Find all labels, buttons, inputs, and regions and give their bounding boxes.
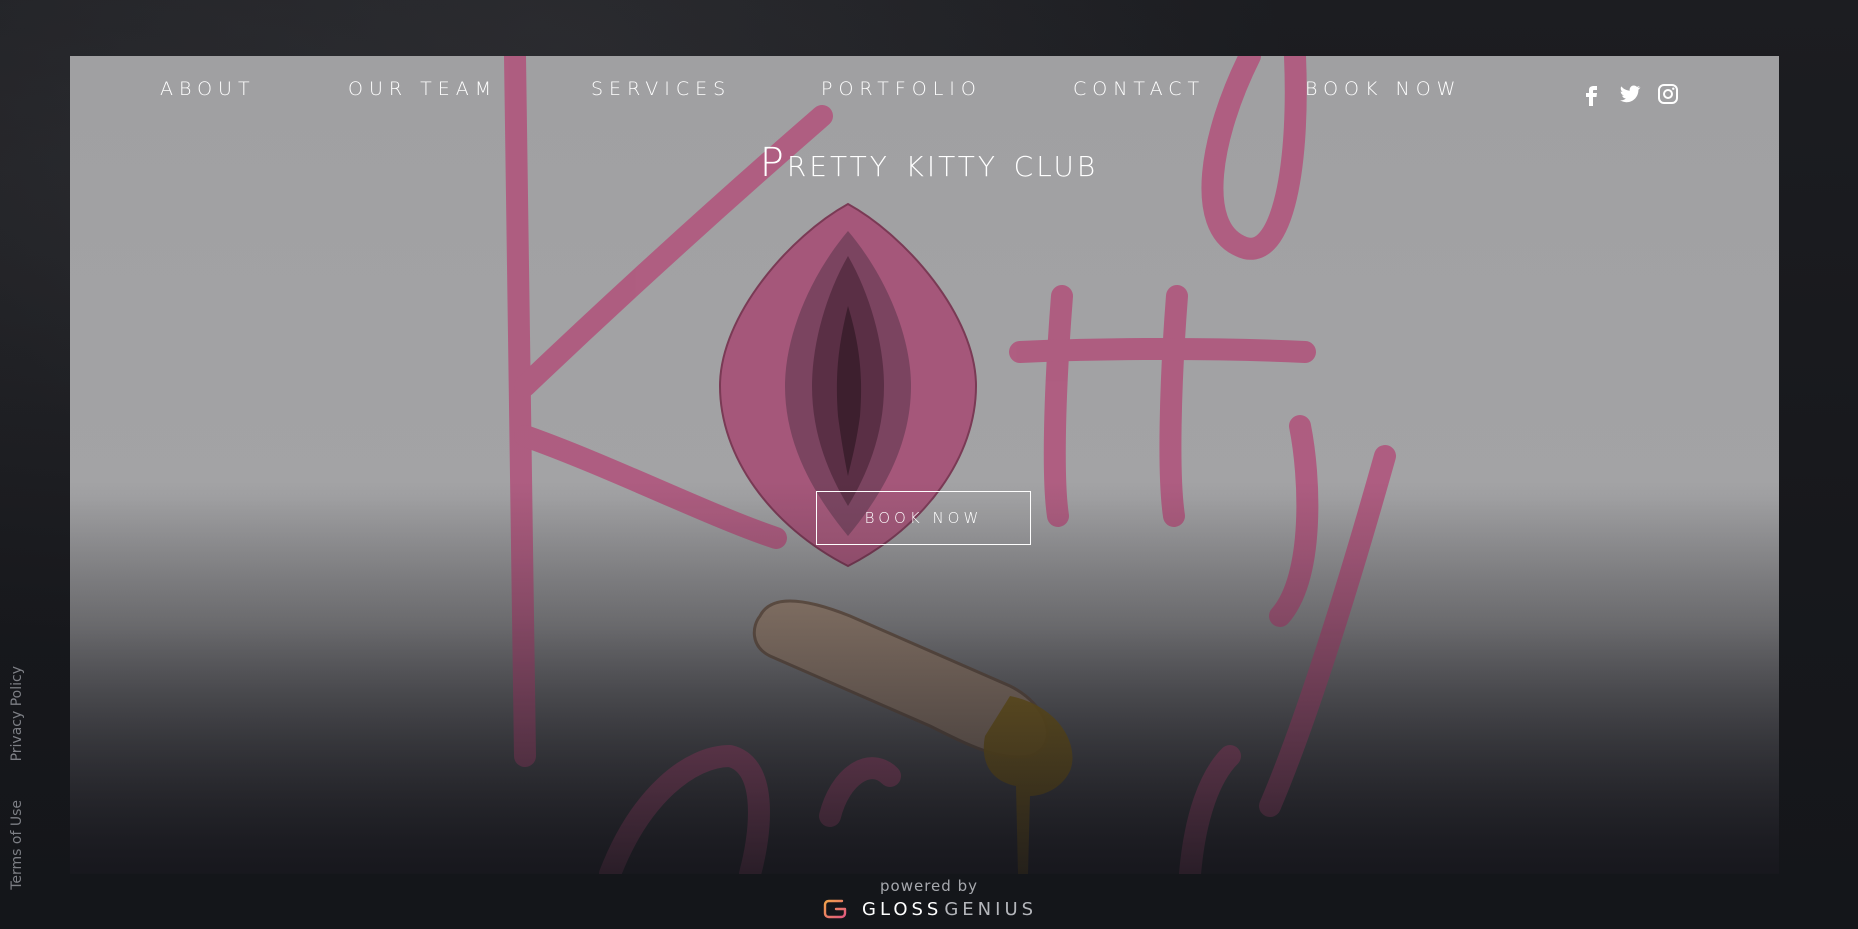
twitter-icon[interactable]	[1618, 82, 1642, 106]
instagram-icon[interactable]	[1656, 82, 1680, 106]
nav-about[interactable]: ABOUT	[160, 78, 256, 100]
main-navigation: ABOUT OUR TEAM SERVICES PORTFOLIO CONTAC…	[0, 0, 1709, 106]
brand-gloss-text: GLOSS	[862, 898, 943, 920]
glossgenius-brand-link[interactable]: GLOSS GENIUS	[822, 897, 1037, 921]
nav-our-team[interactable]: OUR TEAM	[348, 78, 497, 100]
nav-contact[interactable]: CONTACT	[1073, 78, 1205, 100]
glossgenius-logo-icon	[823, 899, 847, 919]
nav-portfolio[interactable]: PORTFOLIO	[821, 78, 982, 100]
book-now-button[interactable]: BOOK NOW	[816, 491, 1031, 545]
facebook-icon[interactable]	[1580, 82, 1604, 106]
brand-genius-text: GENIUS	[944, 898, 1038, 920]
nav-book-now[interactable]: BOOK NOW	[1305, 78, 1461, 100]
privacy-policy-link[interactable]: Privacy Policy	[9, 666, 25, 761]
nav-services[interactable]: SERVICES	[591, 78, 731, 100]
page-title: Pretty kitty club	[0, 140, 1858, 186]
powered-by-label: powered by	[880, 877, 978, 895]
site-title: Pretty kitty club	[759, 140, 1099, 186]
book-now-button-label: BOOK NOW	[864, 509, 983, 527]
